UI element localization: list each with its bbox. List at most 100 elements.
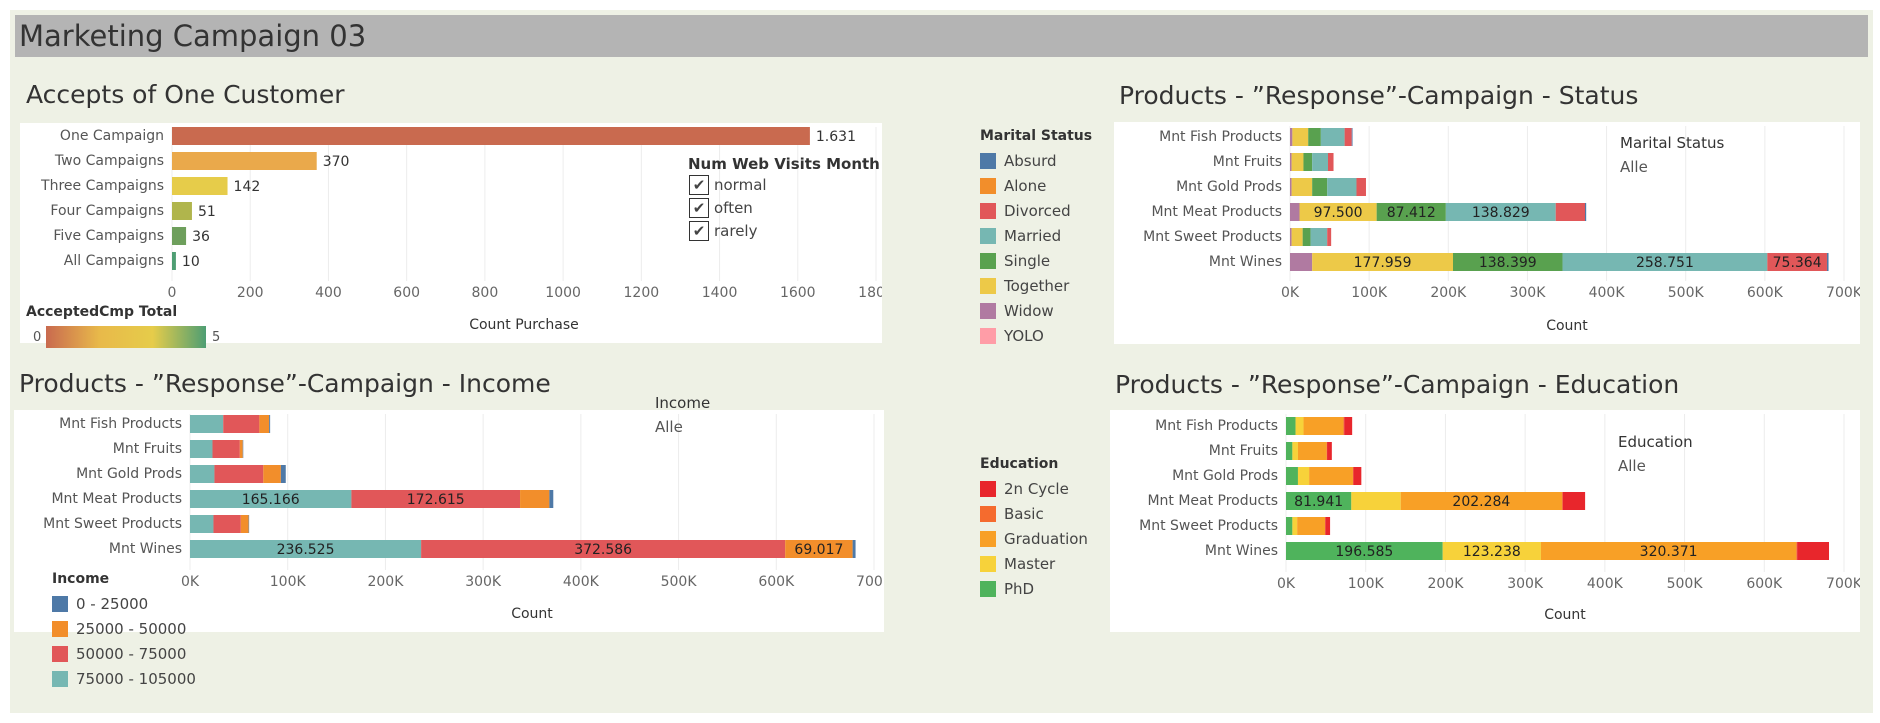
bar-segment	[214, 465, 264, 483]
legend-swatch	[52, 595, 68, 612]
filter-option-often[interactable]: ✔ often	[689, 198, 753, 218]
web-visits-filter-title: Num Web Visits Month	[688, 155, 880, 173]
category-label: All Campaigns	[64, 253, 164, 269]
category-label: Three Campaigns	[40, 178, 164, 194]
legend-title: Income	[52, 571, 110, 587]
data-label: 123.238	[1463, 544, 1521, 560]
legend-item[interactable]: 75000 - 105000	[52, 666, 196, 691]
legend-item[interactable]: Absurd	[980, 148, 1092, 173]
legend-label: Married	[1004, 226, 1062, 245]
filter-value[interactable]: Alle	[1618, 457, 1693, 475]
bar-segment	[1796, 542, 1798, 560]
income-filter[interactable]: Income Alle	[655, 394, 710, 436]
category-label: Mnt Wines	[109, 541, 182, 557]
bar-segment	[239, 440, 243, 458]
legend-item[interactable]: Single	[980, 248, 1092, 273]
x-tick-label: 100K	[1348, 576, 1385, 592]
bar-segment	[1320, 128, 1345, 146]
status-panel: 0K 100K 200K 300K 400K 500K 600K 700K Count Mnt F…	[1114, 122, 1863, 344]
bar-segment	[1302, 228, 1311, 246]
education-panel: 0K 100K 200K 300K 400K 500K 600K 700K Count Mnt F…	[1110, 410, 1863, 632]
data-label: 320.371	[1640, 544, 1698, 560]
data-label: 138.399	[1479, 255, 1537, 271]
x-tick-label: 100K	[270, 574, 307, 590]
legend-swatch	[52, 670, 68, 687]
legend-item[interactable]: Alone	[980, 173, 1092, 198]
bar-segment	[1286, 417, 1296, 435]
legend-item[interactable]: Married	[980, 223, 1092, 248]
marital-status-filter[interactable]: Marital Status Alle	[1620, 134, 1724, 176]
dashboard-title-bar: Marketing Campaign 03	[15, 15, 1868, 57]
legend-item[interactable]: 0 - 25000	[52, 591, 196, 616]
filter-title: Marital Status	[1620, 134, 1725, 152]
legend-item[interactable]: YOLO	[980, 323, 1092, 348]
category-label: Mnt Sweet Products	[1143, 229, 1282, 245]
data-label: 177.959	[1354, 255, 1412, 271]
legend-item[interactable]: Master	[980, 551, 1088, 576]
data-label: 172.615	[407, 492, 465, 508]
legend-item[interactable]: Together	[980, 273, 1092, 298]
legend-item[interactable]: Widow	[980, 298, 1092, 323]
legend-swatch	[980, 152, 996, 169]
bar-segment	[1797, 542, 1830, 560]
category-label: Mnt Fish Products	[1159, 129, 1282, 145]
gradient-color-bar	[46, 326, 206, 348]
bar-segment	[1351, 492, 1401, 510]
bar-segment	[190, 440, 213, 458]
filter-option-rarely[interactable]: ✔ rarely	[689, 221, 757, 241]
bar-segment	[1291, 153, 1304, 171]
legend-label: Widow	[1004, 301, 1054, 320]
legend-item[interactable]: Divorced	[980, 198, 1092, 223]
filter-option-normal[interactable]: ✔ normal	[689, 175, 767, 195]
data-label: 69.017	[794, 542, 843, 558]
legend-item[interactable]: Graduation	[980, 526, 1088, 551]
bar-segment	[190, 515, 214, 533]
legend-label: 25000 - 50000	[76, 619, 187, 638]
x-tick-label: 0K	[1277, 576, 1296, 592]
filter-title: Income	[655, 394, 711, 412]
x-tick-label: 700K	[1826, 576, 1860, 592]
data-label: 372.586	[574, 542, 632, 558]
bar-segment	[212, 440, 240, 458]
data-label: 87.412	[1387, 205, 1436, 221]
legend-label: 0 - 25000	[76, 594, 149, 613]
bar-segment	[1310, 228, 1328, 246]
x-axis-title: Count	[511, 606, 553, 622]
legend-swatch	[980, 177, 996, 194]
legend-swatch	[980, 505, 996, 522]
bar-segment	[1555, 203, 1585, 221]
filter-value[interactable]: Alle	[1620, 158, 1724, 176]
filter-value[interactable]: Alle	[655, 418, 710, 436]
bar-segment	[280, 465, 286, 483]
bar-segment	[1292, 517, 1298, 535]
x-tick-label: 400	[315, 285, 342, 301]
check-icon[interactable]: ✔	[689, 198, 709, 218]
x-tick-label: 500K	[1667, 576, 1704, 592]
legend-item[interactable]: 25000 - 50000	[52, 616, 196, 641]
legend-swatch	[980, 227, 996, 244]
bar-segment	[1584, 203, 1587, 221]
marital-status-legend: Marital Status Absurd Alone Divorced Marrie…	[980, 128, 1092, 348]
data-label: 196.585	[1335, 544, 1393, 560]
data-label: 51	[198, 204, 216, 220]
check-icon[interactable]: ✔	[689, 221, 709, 241]
income-legend: Income 0 - 25000 25000 - 50000 50000 - 750…	[52, 571, 196, 691]
bar-segment	[1291, 228, 1303, 246]
bar-segment	[1297, 517, 1326, 535]
filter-option-label: often	[714, 199, 753, 217]
legend-item[interactable]: 50000 - 75000	[52, 641, 196, 666]
bar-segment	[1356, 178, 1366, 196]
legend-swatch	[980, 252, 996, 269]
filter-option-label: normal	[714, 176, 767, 194]
legend-item[interactable]: Basic	[980, 501, 1088, 526]
category-label: Five Campaigns	[53, 228, 164, 244]
legend-item[interactable]: 2n Cycle	[980, 476, 1088, 501]
legend-item[interactable]: PhD	[980, 576, 1088, 601]
education-filter[interactable]: Education Alle	[1618, 433, 1693, 475]
bar-segment	[1292, 442, 1298, 460]
bar-segment	[1309, 467, 1353, 485]
check-icon[interactable]: ✔	[689, 175, 709, 195]
bar-segment	[263, 465, 281, 483]
x-tick-label: 300K	[1507, 576, 1544, 592]
data-label: 1.631	[816, 129, 856, 145]
